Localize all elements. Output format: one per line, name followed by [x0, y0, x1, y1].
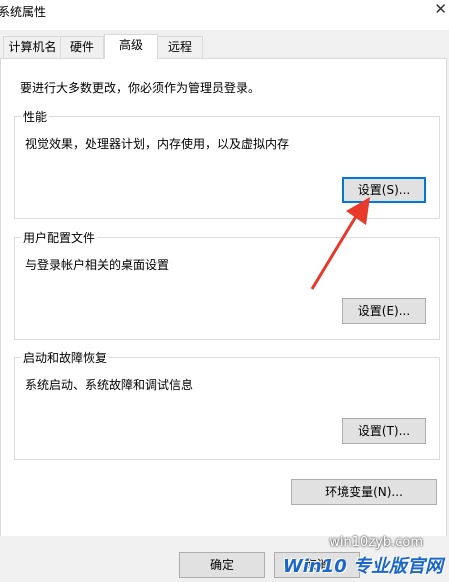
watermark-site: win10zyb.com: [329, 535, 423, 550]
red-arrow-annotation: [310, 197, 370, 290]
arrow-head: [346, 197, 370, 225]
startup-recovery-description: 系统启动、系统故障和调试信息: [25, 378, 194, 392]
environment-variables-button[interactable]: 环境变量(N)...: [291, 479, 437, 505]
startup-recovery-group-title: 启动和故障恢复: [21, 349, 110, 366]
tab-remote[interactable]: 远程: [157, 36, 203, 58]
user-profiles-group-title: 用户配置文件: [21, 229, 98, 246]
tab-hardware[interactable]: 硬件: [60, 36, 104, 58]
tab-advanced[interactable]: 高级: [104, 34, 158, 59]
performance-description: 视觉效果，处理器计划，内存使用，以及虚拟内存: [25, 137, 290, 151]
tab-computer-name[interactable]: 计算机名: [3, 36, 62, 58]
ok-button[interactable]: 确定: [179, 552, 265, 578]
user-profiles-settings-button[interactable]: 设置(E)...: [342, 298, 426, 324]
window-title: 系统属性: [0, 5, 47, 19]
performance-group-title: 性能: [21, 108, 50, 125]
dialog-footer: 确定 取消 win10zyb.com Win10 专业版官网: [0, 535, 449, 582]
startup-recovery-settings-button[interactable]: 设置(T)...: [342, 418, 426, 444]
close-icon[interactable]: ✕: [434, 0, 447, 18]
user-profiles-description: 与登录帐户相关的桌面设置: [25, 258, 170, 272]
admin-notice: 要进行大多数更改，你必须作为管理员登录。: [20, 81, 261, 95]
tab-strip: 计算机名 硬件 高级 远程: [0, 34, 449, 59]
arrow-shaft: [310, 212, 360, 290]
watermark-brand: Win10 专业版官网: [282, 556, 443, 577]
startup-recovery-group: 启动和故障恢复 系统启动、系统故障和调试信息 设置(T)...: [14, 349, 440, 460]
title-bar: 系统属性 ✕: [0, 0, 449, 30]
watermark: win10zyb.com Win10 专业版官网: [282, 535, 443, 578]
